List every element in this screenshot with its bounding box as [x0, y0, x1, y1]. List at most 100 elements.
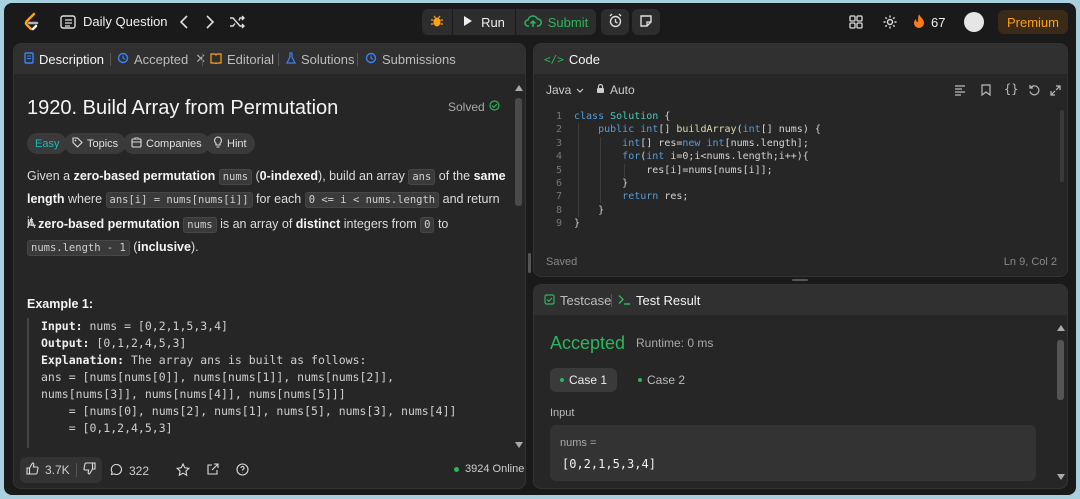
- logo-icon[interactable]: [20, 11, 42, 33]
- thumbs-down-icon[interactable]: [83, 462, 96, 478]
- description-scrollbar[interactable]: [515, 98, 522, 206]
- inline-code: 0: [420, 217, 435, 233]
- thumbs-up-icon[interactable]: [26, 462, 39, 478]
- tab-label: Code: [568, 51, 600, 67]
- avatar[interactable]: [964, 12, 984, 32]
- language-select[interactable]: Java: [546, 83, 584, 97]
- auto-mode-toggle[interactable]: Auto: [596, 83, 635, 97]
- run-button[interactable]: Run: [453, 9, 515, 35]
- tab-submissions[interactable]: Submissions: [365, 44, 456, 74]
- tab-divider: [110, 53, 111, 66]
- language-value: Java: [546, 83, 572, 97]
- share-icon[interactable]: [206, 463, 219, 476]
- format-icon[interactable]: [954, 84, 966, 99]
- inline-code: nums.length - 1: [27, 240, 130, 256]
- cursor-position: Ln 9, Col 2: [1003, 256, 1057, 268]
- case-tab-1[interactable]: Case 1: [550, 368, 618, 392]
- tab-divider: [278, 53, 279, 66]
- code-line: 7 return res;: [555, 191, 689, 203]
- tab-test-result[interactable]: Test Result: [618, 285, 700, 315]
- tab-label: Test Result: [636, 292, 701, 308]
- tab-label: Testcase: [560, 292, 612, 308]
- streak-counter[interactable]: 67: [913, 13, 945, 31]
- code-line: 6 }: [555, 177, 629, 189]
- tab-solutions[interactable]: Solutions: [286, 44, 354, 74]
- code-scrollbar[interactable]: [1060, 110, 1064, 182]
- chevron-down-icon: [576, 83, 584, 97]
- star-icon[interactable]: [176, 463, 190, 477]
- chevron-left-icon[interactable]: [176, 13, 192, 31]
- expand-icon[interactable]: [1050, 84, 1061, 99]
- close-icon[interactable]: ✕: [195, 51, 206, 67]
- checkbox-icon: [544, 293, 555, 308]
- layout-grid-icon[interactable]: [848, 14, 864, 30]
- bookmark-icon[interactable]: [981, 84, 991, 99]
- inline-code: nums: [183, 217, 217, 233]
- problem-title[interactable]: 1920. Build Array from Permutation: [27, 97, 338, 120]
- companies-chip[interactable]: Companies: [123, 133, 210, 154]
- problem-list-icon[interactable]: [60, 14, 76, 30]
- hint-chip[interactable]: Hint: [205, 133, 255, 154]
- test-scrollbar[interactable]: [1057, 340, 1064, 400]
- bug-icon: [430, 14, 444, 31]
- notes-button[interactable]: [632, 9, 660, 35]
- building-icon: [131, 137, 142, 151]
- case-label: Case 1: [569, 373, 608, 387]
- test-tabs: Testcase Test Result: [534, 285, 1067, 315]
- input-variable-value: [0,2,1,5,3,4]: [562, 457, 656, 471]
- tab-accepted[interactable]: Accepted ✕: [117, 44, 206, 74]
- flame-icon: [913, 13, 925, 31]
- tab-editorial[interactable]: Editorial: [210, 44, 274, 74]
- comments-button[interactable]: 322: [110, 463, 149, 479]
- submit-button[interactable]: Submit: [516, 9, 596, 35]
- check-circle-icon: [489, 100, 500, 114]
- topics-chip[interactable]: Topics: [64, 133, 127, 154]
- flask-icon: [286, 51, 296, 67]
- code-editor[interactable]: 1 class Solution { 2 public int[] buildAr…: [534, 110, 1067, 231]
- reset-icon[interactable]: [1028, 84, 1040, 99]
- timer-button[interactable]: [601, 9, 629, 35]
- like-count: 3.7K: [45, 463, 70, 477]
- scroll-down-arrow[interactable]: [515, 442, 523, 448]
- code-line: 1 class Solution {: [555, 111, 671, 122]
- tab-divider: [202, 53, 203, 66]
- code-toolbar: Java Auto {}: [534, 80, 1067, 102]
- difficulty-badge[interactable]: Easy: [27, 133, 68, 154]
- code-line: 9}: [555, 218, 581, 230]
- help-icon[interactable]: [236, 463, 249, 476]
- description-paragraph-2: A zero-based permutation nums is an arra…: [27, 217, 449, 256]
- description-tabs: Description Accepted ✕ Editorial Solutio…: [14, 44, 525, 74]
- tag-icon: [72, 136, 83, 151]
- premium-button[interactable]: Premium: [998, 10, 1068, 34]
- example-block: Input: nums = [0,2,1,5,3,4] Output: [0,1…: [27, 318, 507, 448]
- case-tab-2[interactable]: Case 2: [628, 368, 695, 392]
- tab-label: Description: [39, 51, 105, 67]
- shuffle-icon[interactable]: [228, 13, 246, 31]
- gear-icon[interactable]: [881, 13, 899, 31]
- code-line: 5 res[i]=nums[nums[i]];: [555, 164, 773, 176]
- run-label: Run: [481, 14, 505, 30]
- horizontal-resize-handle[interactable]: [792, 279, 808, 281]
- vertical-resize-handle[interactable]: [528, 253, 531, 273]
- braces-icon[interactable]: {}: [1004, 82, 1018, 96]
- tab-label: Editorial: [227, 51, 274, 67]
- test-panel: Testcase Test Result Accepted Runtime: 0…: [533, 284, 1068, 489]
- chevron-right-icon[interactable]: [202, 13, 218, 31]
- chip-label: Hint: [227, 137, 247, 150]
- tab-description[interactable]: Description: [24, 44, 104, 74]
- leetcode-app: Daily Question Run Submit 67 Premium Des…: [4, 3, 1076, 495]
- tab-testcase[interactable]: Testcase: [544, 285, 611, 315]
- save-status: Saved: [546, 256, 578, 268]
- tab-code[interactable]: </> Code: [544, 44, 600, 74]
- scroll-down-arrow[interactable]: [1057, 474, 1065, 480]
- solved-label: Solved: [448, 100, 485, 114]
- solved-status: Solved: [448, 100, 500, 114]
- streak-count: 67: [931, 14, 946, 30]
- scroll-up-arrow[interactable]: [1057, 325, 1065, 331]
- example-title: Example 1:: [27, 297, 94, 311]
- daily-question-title[interactable]: Daily Question: [83, 14, 168, 29]
- debug-button[interactable]: [422, 9, 452, 35]
- submit-label: Submit: [547, 14, 589, 30]
- scroll-up-arrow[interactable]: [515, 85, 523, 91]
- code-line: 2 public int[] buildArray(int[] nums) {: [555, 124, 821, 136]
